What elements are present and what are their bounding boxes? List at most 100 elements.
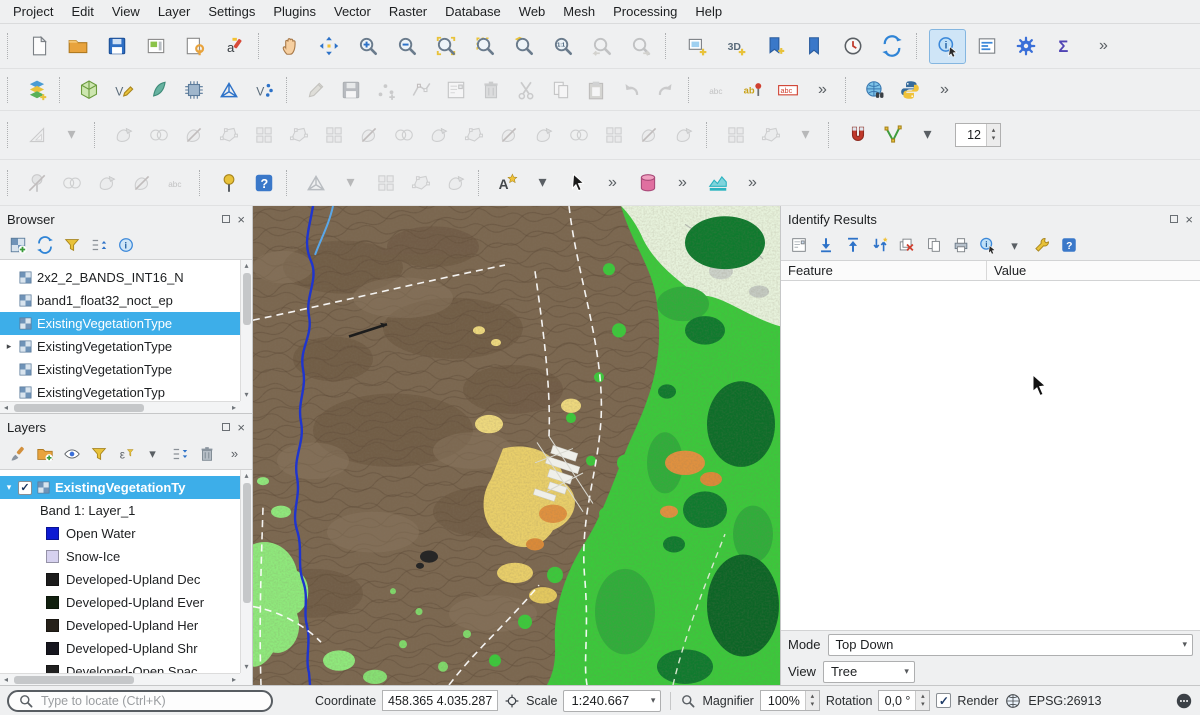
mesh-select[interactable] xyxy=(369,166,402,199)
pin-labels[interactable] xyxy=(20,166,53,199)
vertex-tool[interactable] xyxy=(404,73,437,106)
close-panel-icon[interactable]: × xyxy=(237,213,245,226)
rotate-feature[interactable] xyxy=(177,119,210,152)
menu-settings[interactable]: Settings xyxy=(199,1,264,22)
toolbar-extension[interactable]: » xyxy=(1085,29,1122,64)
unpin-labels[interactable] xyxy=(55,166,88,199)
new-mesh-layer[interactable] xyxy=(212,73,245,106)
toolbar-extension[interactable]: » xyxy=(596,166,629,199)
show-spatial-bookmarks[interactable] xyxy=(795,29,832,64)
layer-diagram[interactable] xyxy=(771,73,804,106)
browser-horizontal-scrollbar[interactable]: ◂▸ xyxy=(0,401,240,413)
mesh-digitizing[interactable] xyxy=(299,166,332,199)
identify-settings[interactable] xyxy=(1029,233,1054,258)
metasearch[interactable] xyxy=(858,73,891,106)
copy-move-feature[interactable] xyxy=(142,119,175,152)
value-column-header[interactable]: Value xyxy=(987,263,1026,278)
new-spatial-bookmark[interactable] xyxy=(756,29,793,64)
merge-features[interactable] xyxy=(562,119,595,152)
cut-features[interactable] xyxy=(509,73,542,106)
identify-features[interactable] xyxy=(929,29,966,64)
zoom-out[interactable] xyxy=(388,29,425,64)
coordinate-input[interactable]: 458.365 4.035.287 xyxy=(382,690,498,711)
filter-by-expression[interactable] xyxy=(113,441,138,466)
expand-new-results[interactable] xyxy=(867,233,892,258)
delete-part[interactable] xyxy=(387,119,420,152)
float-panel-icon[interactable] xyxy=(222,215,230,223)
menu-layer[interactable]: Layer xyxy=(149,1,200,22)
new-temporary-scratch-layer[interactable] xyxy=(177,73,210,106)
zoom-to-selection[interactable] xyxy=(466,29,503,64)
highlight-pinned-labels[interactable] xyxy=(212,166,245,199)
locate-input[interactable]: Type to locate (Ctrl+K) xyxy=(7,690,273,712)
elevation-profile[interactable] xyxy=(701,166,734,199)
refresh-map[interactable] xyxy=(873,29,910,64)
zoom-last[interactable] xyxy=(583,29,620,64)
pointer[interactable] xyxy=(561,166,594,199)
trim-extend[interactable] xyxy=(754,119,787,152)
db-manager[interactable] xyxy=(631,166,664,199)
identify-dropdown[interactable]: ▾ xyxy=(1002,233,1027,258)
show-statistics[interactable] xyxy=(1046,29,1083,64)
pan-to-selection[interactable] xyxy=(310,29,347,64)
add-ring[interactable] xyxy=(247,119,280,152)
reshape-features[interactable] xyxy=(457,119,490,152)
toolbar-extension[interactable]: » xyxy=(736,166,769,199)
layer-item[interactable]: ▾✓ExistingVegetationTy xyxy=(0,476,240,499)
menu-project[interactable]: Project xyxy=(4,1,62,22)
split-parts[interactable] xyxy=(492,119,525,152)
extents-toggle-icon[interactable] xyxy=(504,693,520,709)
label-dropdown[interactable]: ▾ xyxy=(526,166,559,199)
browser-item[interactable]: ExistingVegetationTyp xyxy=(0,381,240,401)
style-manager[interactable] xyxy=(215,29,252,64)
merge-attributes[interactable] xyxy=(597,119,630,152)
manage-map-themes[interactable] xyxy=(59,441,84,466)
save-project[interactable] xyxy=(98,29,135,64)
add-group[interactable] xyxy=(32,441,57,466)
zoom-full-extent[interactable] xyxy=(427,29,464,64)
layers-vertical-scrollbar[interactable]: ▴▾ xyxy=(240,470,252,673)
mesh-reindex[interactable] xyxy=(439,166,472,199)
add-selected-layers[interactable] xyxy=(5,232,30,257)
new-virtual-layer[interactable] xyxy=(247,73,280,106)
change-label[interactable] xyxy=(160,166,193,199)
browser-item[interactable]: ExistingVegetationType xyxy=(0,312,240,335)
feature-column-header[interactable]: Feature xyxy=(781,261,987,280)
move-feature[interactable] xyxy=(107,119,140,152)
layer-labeling[interactable] xyxy=(736,73,769,106)
cad-tools[interactable] xyxy=(20,119,53,152)
modify-attributes[interactable] xyxy=(439,73,472,106)
label-toolbar[interactable] xyxy=(491,166,524,199)
move-label[interactable] xyxy=(125,166,158,199)
messages-icon[interactable] xyxy=(1175,692,1193,710)
filter-browser[interactable] xyxy=(59,232,84,257)
topological-editing[interactable] xyxy=(876,119,909,152)
scale-combobox[interactable]: 1:240.667 ▾ xyxy=(563,690,661,712)
add-feature[interactable] xyxy=(369,73,402,106)
identify-mode[interactable] xyxy=(975,233,1000,258)
processing-toolbox[interactable] xyxy=(1007,29,1044,64)
split-features[interactable] xyxy=(527,119,560,152)
toolbar-extension[interactable]: » xyxy=(928,73,961,106)
enable-snapping[interactable] xyxy=(841,119,874,152)
spinner-arrows[interactable]: ▴▾ xyxy=(805,691,819,710)
crs-globe-icon[interactable] xyxy=(1004,692,1022,710)
context-help[interactable] xyxy=(247,166,280,199)
render-checkbox[interactable]: ✓ xyxy=(936,693,951,708)
spinner-arrows[interactable]: ▴▾ xyxy=(915,691,929,710)
mode-combobox[interactable]: Top Down ▾ xyxy=(828,634,1193,656)
cad-dropdown[interactable]: ▾ xyxy=(55,119,88,152)
temporal-controller[interactable] xyxy=(834,29,871,64)
layer-visibility-checkbox[interactable]: ✓ xyxy=(18,481,32,495)
browser-vertical-scrollbar[interactable]: ▴▾ xyxy=(240,260,252,401)
simplify-feature[interactable] xyxy=(212,119,245,152)
rotate-point-symbols[interactable] xyxy=(632,119,665,152)
add-part[interactable] xyxy=(282,119,315,152)
delete-selected[interactable] xyxy=(474,73,507,106)
browser-properties[interactable] xyxy=(113,232,138,257)
snapping-dropdown[interactable]: ▾ xyxy=(911,119,944,152)
rotation-input[interactable]: 0,0 ° ▴▾ xyxy=(878,690,930,711)
magnifier-lock-icon[interactable] xyxy=(680,693,696,709)
new-geopackage-layer[interactable] xyxy=(72,73,105,106)
toolbar-extension[interactable]: » xyxy=(666,166,699,199)
